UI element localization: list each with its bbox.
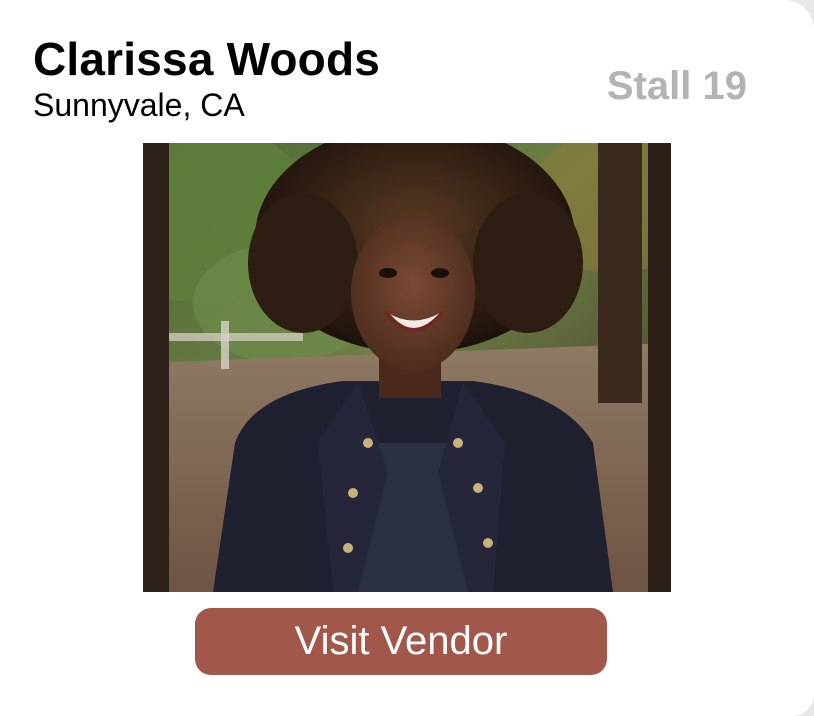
vendor-name: Clarissa Woods xyxy=(33,33,381,85)
vendor-location: Sunnyvale, CA xyxy=(33,87,245,123)
visit-vendor-button[interactable]: Visit Vendor xyxy=(195,608,607,675)
vendor-card: Clarissa Woods Sunnyvale, CA Stall 19 Vi… xyxy=(0,0,814,716)
vendor-photo xyxy=(143,143,671,592)
vendor-portrait-image xyxy=(143,143,671,592)
stall-number: Stall 19 xyxy=(606,64,747,108)
